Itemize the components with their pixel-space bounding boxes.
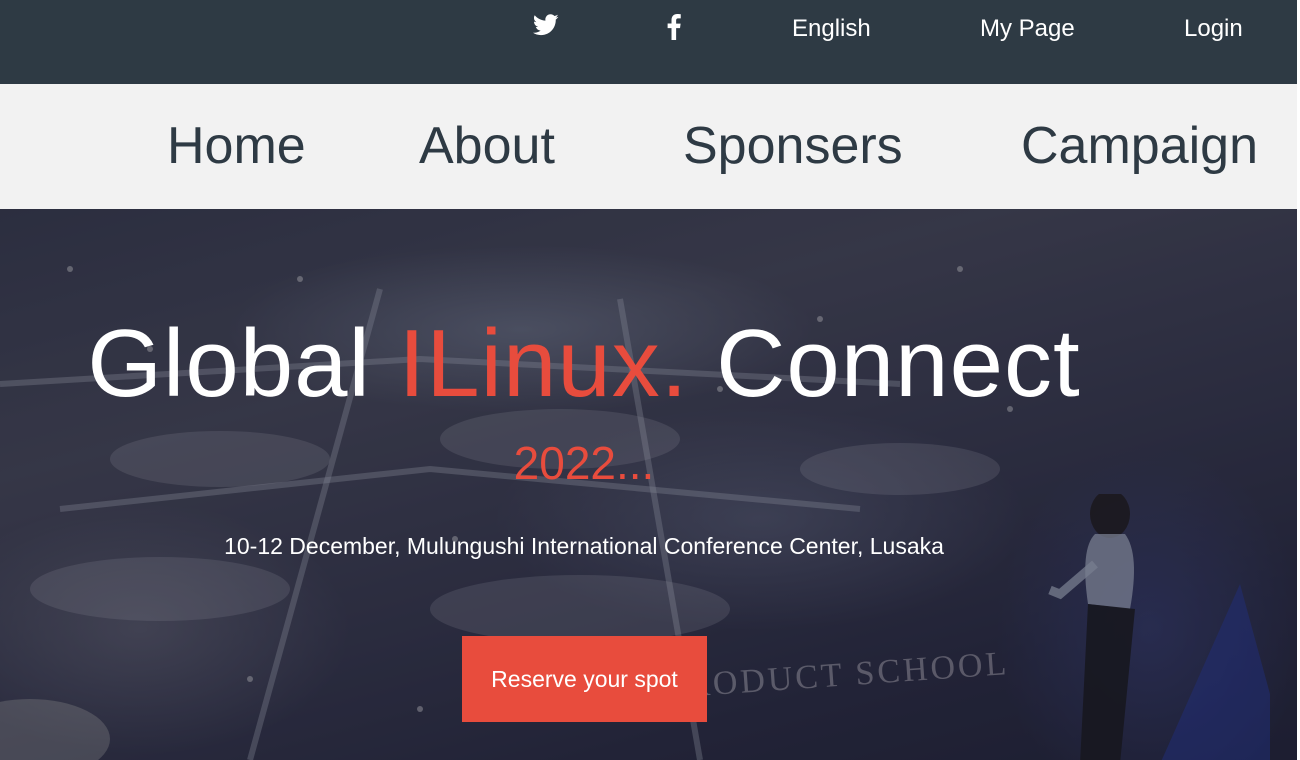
hero-title-connect: Connect — [716, 310, 1081, 417]
twitter-link[interactable] — [533, 14, 559, 44]
hero-section: PRODUCT SCHOOL Global ILinux. Connect 20… — [0, 209, 1297, 760]
hero-year: 2022... — [513, 437, 655, 489]
hero-title-accent: ILinux. — [398, 310, 689, 417]
nav-campaign[interactable]: Campaign — [1021, 116, 1258, 176]
reserve-spot-button[interactable]: Reserve your spot — [462, 636, 707, 722]
top-utility-bar: English My Page Login — [0, 0, 1297, 84]
main-navigation: Home About Sponsers Campaign — [0, 84, 1297, 209]
twitter-icon — [533, 14, 559, 36]
facebook-link[interactable] — [666, 14, 682, 44]
facebook-icon — [666, 14, 682, 40]
event-date-location: 10-12 December, Mulungushi International… — [224, 533, 944, 559]
hero-title-global: Global — [87, 310, 371, 417]
nav-about[interactable]: About — [419, 116, 555, 176]
my-page-link[interactable]: My Page — [980, 14, 1075, 44]
nav-sponsers[interactable]: Sponsers — [683, 116, 903, 176]
nav-home[interactable]: Home — [167, 116, 306, 176]
language-link[interactable]: English — [792, 14, 871, 44]
login-link[interactable]: Login — [1184, 14, 1243, 44]
page: English My Page Login Home About Sponser… — [0, 0, 1297, 760]
hero-title: Global ILinux. Connect — [0, 309, 1168, 419]
